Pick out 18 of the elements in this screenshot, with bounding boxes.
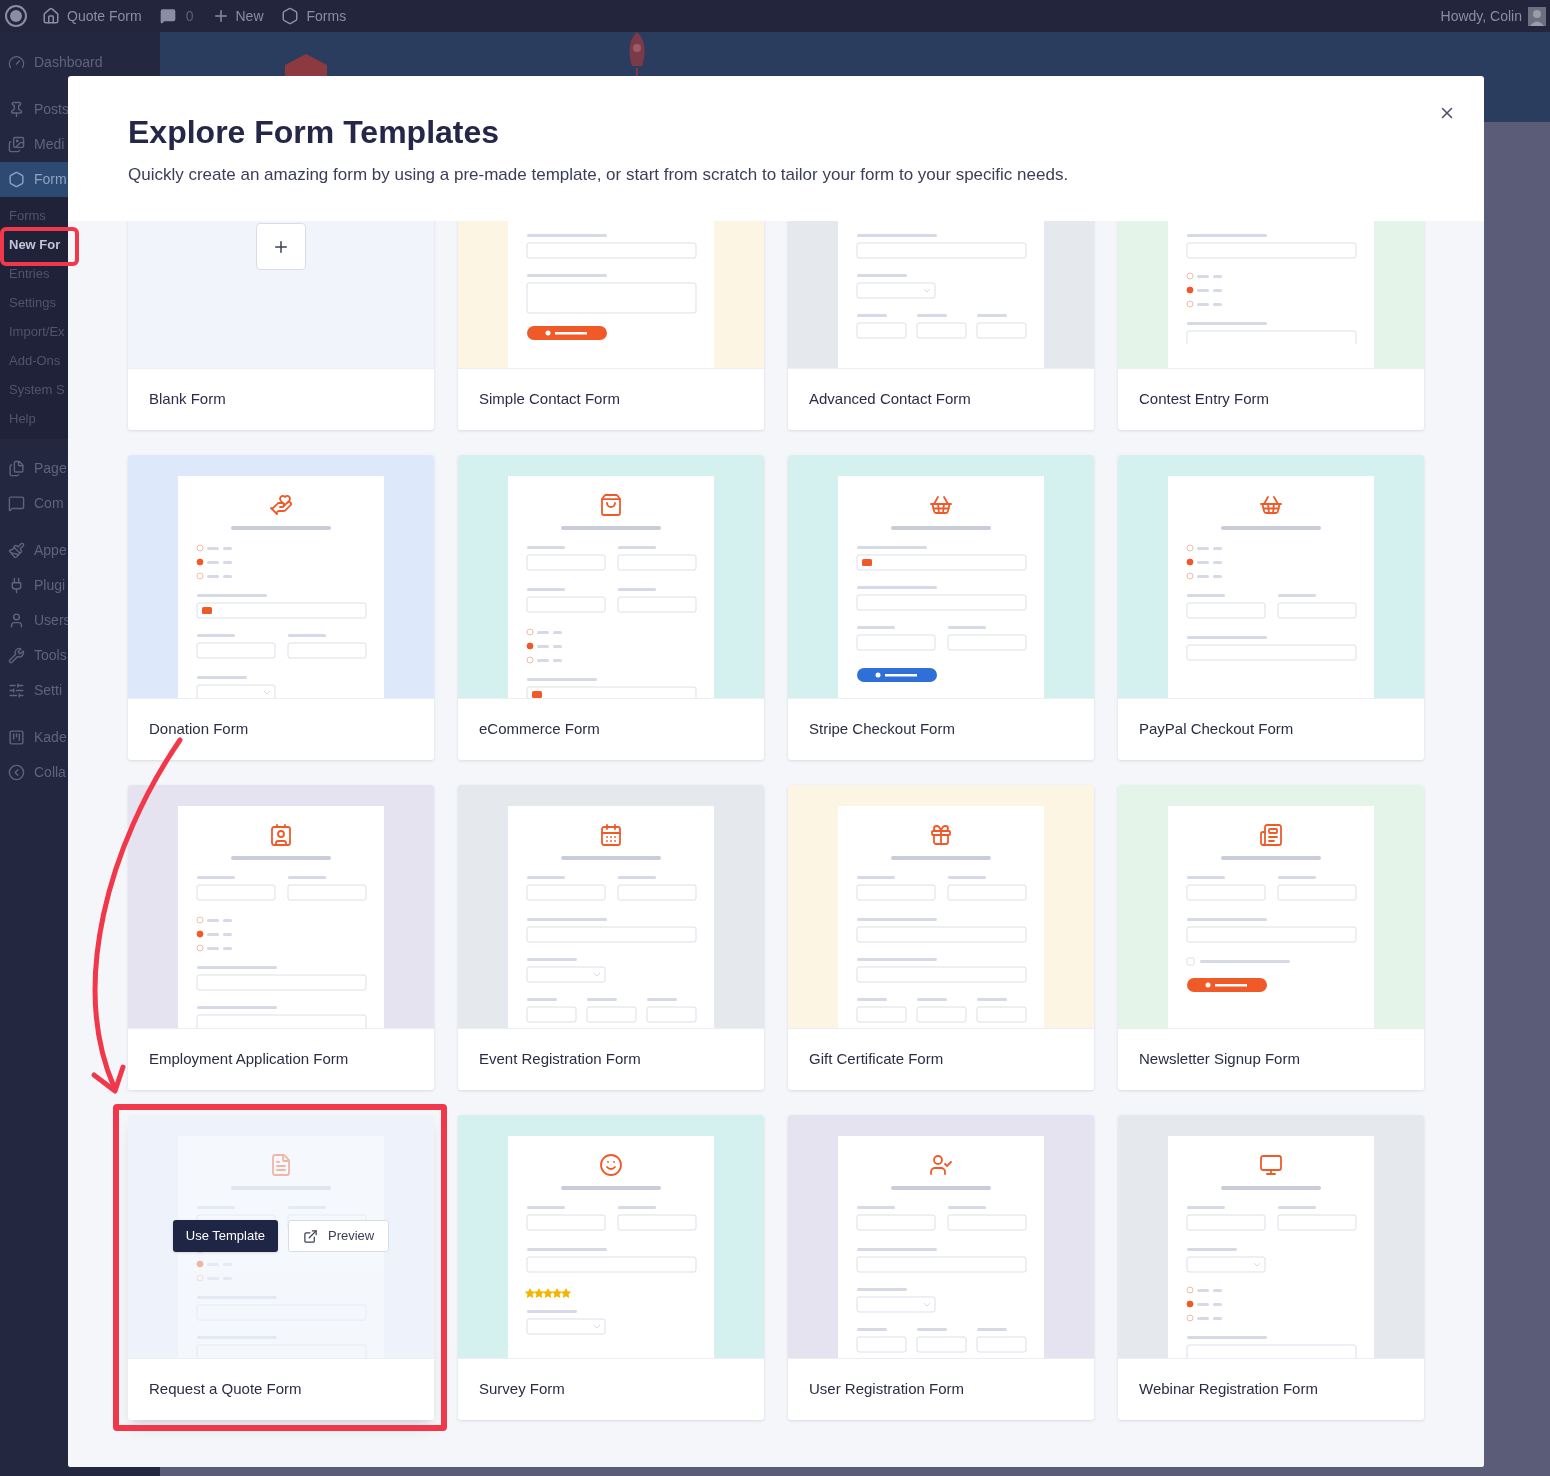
- template-name: Stripe Checkout Form: [809, 719, 955, 740]
- template-name: Request a Quote Form: [149, 1379, 302, 1400]
- template-name: Newsletter Signup Form: [1139, 1049, 1300, 1070]
- template-name: Blank Form: [149, 389, 226, 410]
- template-name: PayPal Checkout Form: [1139, 719, 1294, 740]
- template-name: eCommerce Form: [479, 719, 600, 740]
- template-name: Event Registration Form: [479, 1049, 641, 1070]
- modal-title: Explore Form Templates: [128, 113, 501, 152]
- template-name: Survey Form: [479, 1379, 565, 1400]
- template-name: Gift Certificate Form: [809, 1049, 944, 1070]
- template-name: Simple Contact Form: [479, 389, 620, 410]
- template-name: Donation Form: [149, 719, 249, 740]
- modal-subtitle: Quickly create an amazing form by using a pre-made template, or start from scratch to tailor your form to your specific needs.: [128, 164, 1070, 186]
- template-name: Contest Entry Form: [1139, 389, 1270, 410]
- template-name: Employment Application Form: [149, 1049, 349, 1070]
- template-name: Webinar Registration Form: [1139, 1379, 1318, 1400]
- template-name: Advanced Contact Form: [809, 389, 971, 410]
- template-name: User Registration Form: [809, 1379, 965, 1400]
